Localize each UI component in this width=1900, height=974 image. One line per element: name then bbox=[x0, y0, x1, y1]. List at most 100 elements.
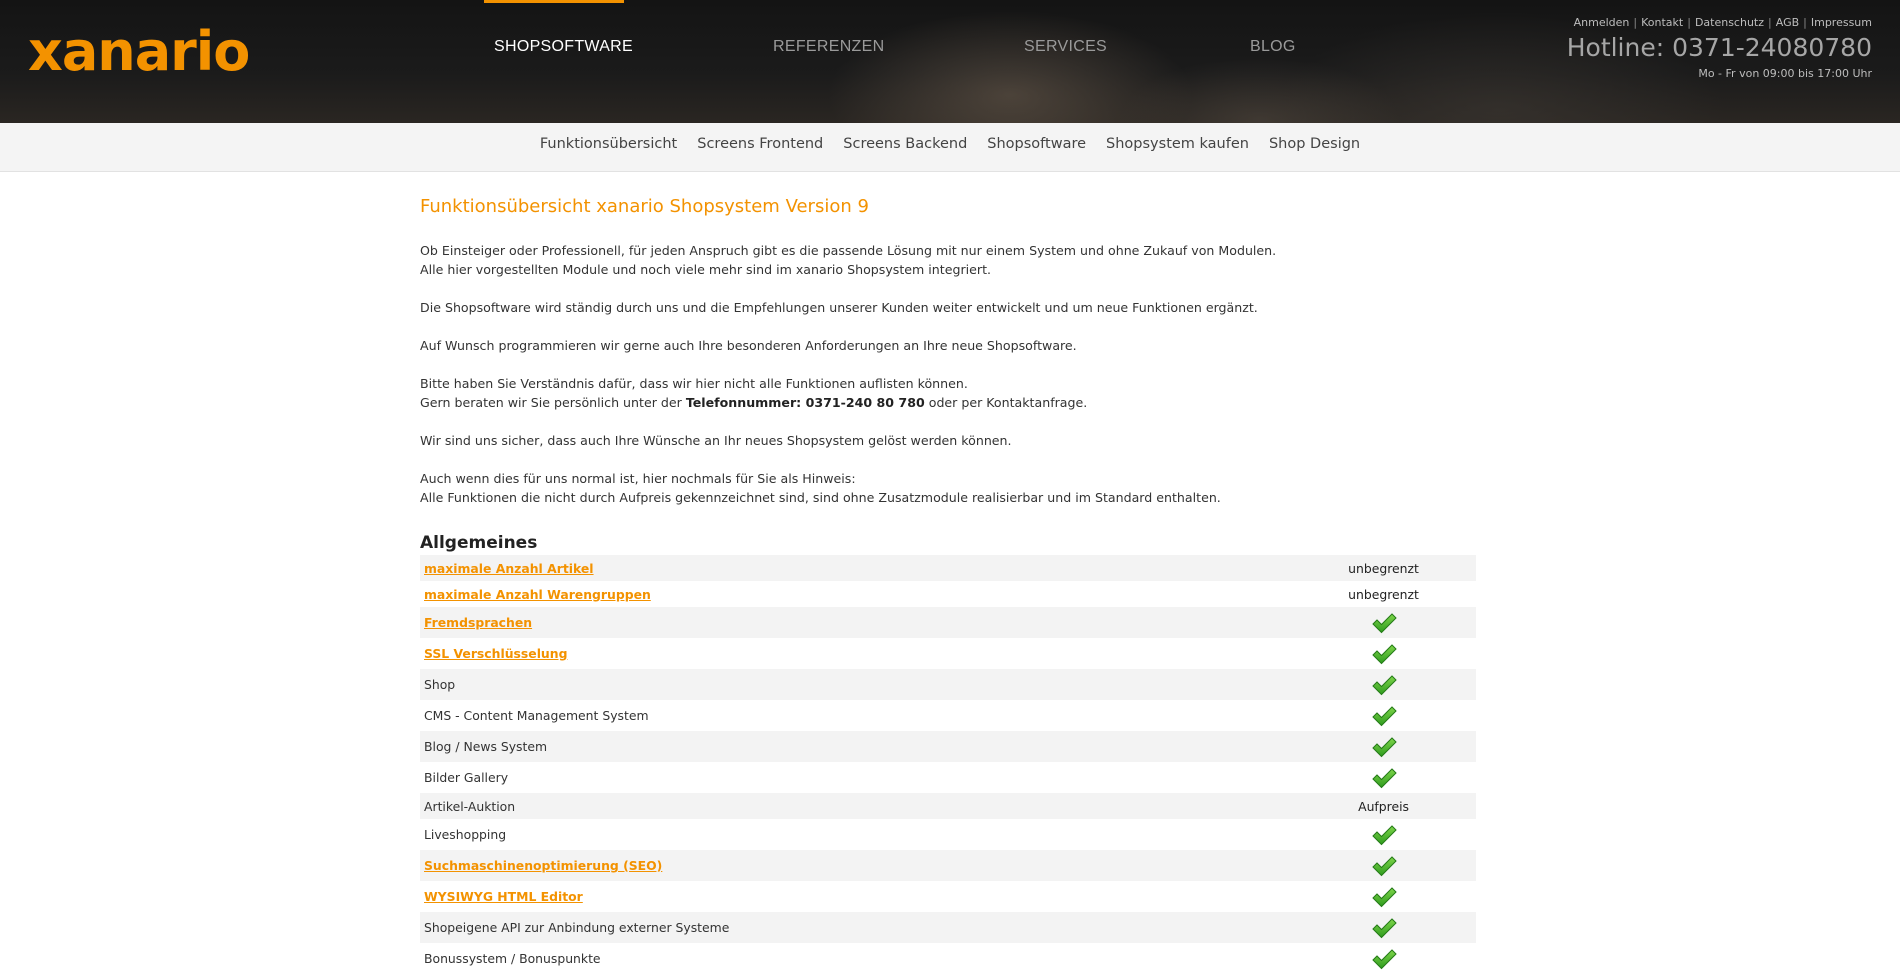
intro-line: Bitte haben Sie Verständnis dafür, dass … bbox=[420, 376, 968, 391]
sub-nav: Funktionsübersicht Screens Frontend Scre… bbox=[0, 123, 1900, 172]
feature-link[interactable]: Suchmaschinenoptimierung (SEO) bbox=[424, 858, 662, 873]
feature-label: Blog / News System bbox=[424, 739, 548, 754]
feature-row: Shop bbox=[420, 669, 1476, 700]
feature-value-cell bbox=[1291, 850, 1476, 881]
feature-value-cell bbox=[1291, 638, 1476, 669]
feature-label: Artikel-Auktion bbox=[424, 798, 516, 814]
text-fragment: oder per Kontaktanfrage. bbox=[924, 395, 1088, 410]
feature-value-cell bbox=[1291, 669, 1476, 700]
feature-value-cell bbox=[1291, 881, 1476, 912]
feature-value: unbegrenzt bbox=[1348, 586, 1419, 602]
green-checkmark-icon bbox=[1371, 612, 1397, 633]
green-checkmark-icon bbox=[1371, 705, 1397, 726]
feature-value-cell: Aufpreis bbox=[1291, 793, 1476, 819]
feature-row: WYSIWYG HTML Editor bbox=[420, 881, 1476, 912]
feature-link[interactable]: SSL Verschlüsselung bbox=[424, 646, 567, 661]
intro-paragraph: Wir sind uns sicher, dass auch Ihre Wüns… bbox=[420, 433, 1012, 448]
feature-name-cell: SSL Verschlüsselung bbox=[420, 638, 1291, 669]
section-title: Allgemeines bbox=[420, 533, 538, 553]
hotline: Hotline: 0371-24080780 bbox=[1566, 33, 1872, 62]
intro-paragraph: Auch wenn dies für uns normal ist, hier … bbox=[420, 469, 1476, 507]
feature-label: Shopeigene API zur Anbindung externer Sy… bbox=[424, 920, 730, 935]
feature-value: unbegrenzt bbox=[1348, 560, 1419, 576]
feature-row: Blog / News System bbox=[420, 731, 1476, 762]
intro-paragraph: Ob Einsteiger oder Professionell, für je… bbox=[420, 241, 1476, 279]
green-checkmark-icon bbox=[1371, 674, 1397, 695]
intro-line: Gern beraten wir Sie persönlich unter de… bbox=[420, 393, 1476, 412]
feature-value-cell bbox=[1291, 762, 1476, 793]
feature-link[interactable]: Fremdsprachen bbox=[424, 615, 532, 630]
green-checkmark-icon bbox=[1371, 736, 1397, 757]
feature-label: CMS - Content Management System bbox=[424, 708, 649, 723]
green-checkmark-icon bbox=[1371, 767, 1397, 788]
subnav-shop-design[interactable]: Shop Design bbox=[1259, 136, 1370, 152]
green-checkmark-icon bbox=[1371, 855, 1397, 876]
feature-row: Bilder Gallery bbox=[420, 762, 1476, 793]
intro-line: Auch wenn dies für uns normal ist, hier … bbox=[420, 471, 856, 486]
main-content: Funktionsübersicht xanario Shopsystem Ve… bbox=[420, 196, 1476, 974]
feature-name-cell: maximale Anzahl Warengruppen bbox=[420, 581, 1291, 607]
feature-name-cell: Artikel-Auktion bbox=[420, 793, 1292, 819]
intro-paragraph: Bitte haben Sie Verständnis dafür, dass … bbox=[420, 374, 1476, 412]
nav-blog[interactable]: BLOG bbox=[1250, 38, 1296, 56]
nav-services[interactable]: SERVICES bbox=[1024, 38, 1107, 56]
green-checkmark-icon bbox=[1371, 824, 1397, 845]
feature-row: Suchmaschinenoptimierung (SEO) bbox=[420, 850, 1476, 881]
feature-value: Aufpreis bbox=[1358, 798, 1409, 814]
feature-row: Shopeigene API zur Anbindung externer Sy… bbox=[420, 912, 1476, 943]
text-fragment: Gern beraten wir Sie persönlich unter de… bbox=[420, 395, 686, 410]
intro-line: Ob Einsteiger oder Professionell, für je… bbox=[420, 243, 1277, 258]
subnav-funktionsuebersicht[interactable]: Funktionsübersicht bbox=[530, 136, 687, 152]
link-kontakt[interactable]: Kontakt bbox=[1641, 16, 1683, 29]
feature-link[interactable]: maximale Anzahl Artikel bbox=[424, 561, 594, 576]
nav-shopsoftware[interactable]: SHOPSOFTWARE bbox=[494, 38, 633, 56]
feature-value-cell: unbegrenzt bbox=[1291, 555, 1476, 581]
intro-text: Ob Einsteiger oder Professionell, für je… bbox=[420, 241, 1476, 507]
feature-row: Fremdsprachen bbox=[420, 607, 1476, 638]
green-checkmark-icon bbox=[1371, 886, 1397, 907]
subnav-shopsystem-kaufen[interactable]: Shopsystem kaufen bbox=[1096, 136, 1259, 152]
feature-row: CMS - Content Management System bbox=[420, 700, 1476, 731]
logo[interactable]: xanario bbox=[28, 22, 250, 82]
feature-label: Shop bbox=[424, 677, 456, 692]
feature-name-cell: Bonussystem / Bonuspunkte bbox=[420, 943, 1291, 974]
subnav-shopsoftware[interactable]: Shopsoftware bbox=[977, 136, 1096, 152]
link-anmelden[interactable]: Anmelden bbox=[1574, 16, 1630, 29]
feature-name-cell: Liveshopping bbox=[420, 819, 1291, 850]
intro-paragraph: Die Shopsoftware wird ständig durch uns … bbox=[420, 300, 1258, 315]
feature-name-cell: Bilder Gallery bbox=[420, 762, 1291, 793]
feature-name-cell: WYSIWYG HTML Editor bbox=[420, 881, 1291, 912]
feature-value-cell bbox=[1291, 731, 1476, 762]
feature-row: Artikel-Auktion Aufpreis bbox=[420, 793, 1476, 819]
feature-row: SSL Verschlüsselung bbox=[420, 638, 1476, 669]
green-checkmark-icon bbox=[1371, 917, 1397, 938]
feature-row: maximale Anzahl Warengruppen unbegrenzt bbox=[420, 581, 1476, 607]
feature-name-cell: CMS - Content Management System bbox=[420, 700, 1291, 731]
green-checkmark-icon bbox=[1371, 948, 1397, 969]
nav-referenzen[interactable]: REFERENZEN bbox=[773, 38, 884, 56]
phone-number: Telefonnummer: 0371-240 80 780 bbox=[685, 395, 925, 410]
feature-value-cell bbox=[1291, 912, 1476, 943]
feature-row: maximale Anzahl Artikel unbegrenzt bbox=[420, 555, 1476, 581]
feature-row: Liveshopping bbox=[420, 819, 1476, 850]
link-datenschutz[interactable]: Datenschutz bbox=[1695, 16, 1764, 29]
intro-line: Alle hier vorgestellten Module und noch … bbox=[420, 262, 992, 277]
link-agb[interactable]: AGB bbox=[1776, 16, 1799, 29]
page-title: Funktionsübersicht xanario Shopsystem Ve… bbox=[420, 196, 869, 217]
intro-line: Alle Funktionen die nicht durch Aufpreis… bbox=[420, 490, 1221, 505]
feature-link[interactable]: maximale Anzahl Warengruppen bbox=[424, 587, 651, 602]
feature-value-cell: unbegrenzt bbox=[1291, 581, 1476, 607]
subnav-screens-frontend[interactable]: Screens Frontend bbox=[687, 136, 833, 152]
link-impressum[interactable]: Impressum bbox=[1811, 16, 1872, 29]
active-nav-indicator bbox=[484, 0, 624, 3]
intro-paragraph: Auf Wunsch programmieren wir gerne auch … bbox=[420, 338, 1077, 353]
green-checkmark-icon bbox=[1371, 643, 1397, 664]
opening-hours: Mo - Fr von 09:00 bis 17:00 Uhr bbox=[1698, 67, 1872, 80]
feature-link[interactable]: WYSIWYG HTML Editor bbox=[424, 889, 583, 904]
feature-table: maximale Anzahl Artikel unbegrenzt maximal… bbox=[420, 555, 1476, 974]
feature-label: Liveshopping bbox=[424, 827, 507, 842]
subnav-screens-backend[interactable]: Screens Backend bbox=[833, 136, 977, 152]
feature-value-cell bbox=[1291, 819, 1476, 850]
feature-row: Bonussystem / Bonuspunkte bbox=[420, 943, 1476, 974]
top-links: Anmelden | Kontakt | Datenschutz | AGB | Impress… bbox=[1573, 16, 1872, 29]
